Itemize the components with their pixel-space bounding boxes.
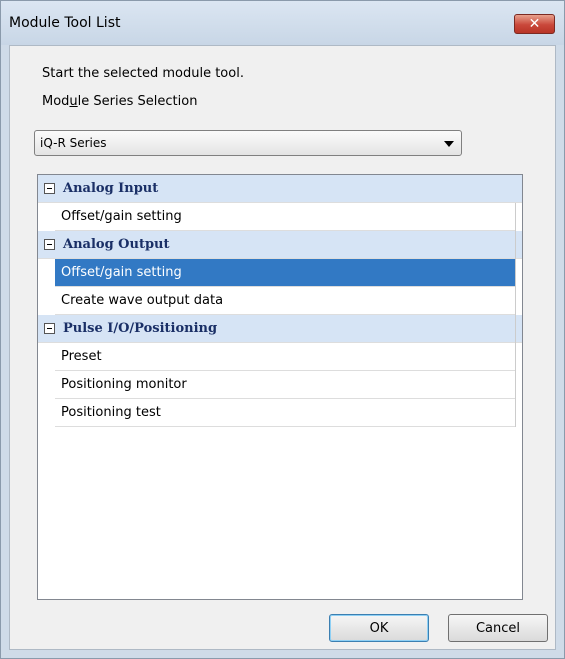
- chevron-down-icon[interactable]: [444, 141, 454, 147]
- collapse-icon[interactable]: [44, 239, 55, 250]
- tool-item-offset-gain-setting[interactable]: Offset/gain setting: [55, 203, 515, 231]
- module-tool-list-dialog: Module Tool List ✕ Start the selected mo…: [0, 0, 565, 659]
- category-row-analog-output[interactable]: Analog Output: [38, 231, 522, 259]
- tool-item-positioning-monitor[interactable]: Positioning monitor: [55, 371, 515, 399]
- tool-item-create-wave-output-data[interactable]: Create wave output data: [55, 287, 515, 315]
- category-label: Pulse I/O/Positioning: [63, 321, 218, 336]
- series-label-part: Mod: [42, 94, 70, 109]
- title-bar[interactable]: Module Tool List ✕: [1, 1, 564, 45]
- series-label-accelerator: u: [69, 94, 78, 109]
- tool-item-label: Offset/gain setting: [61, 265, 182, 280]
- tool-item-label: Offset/gain setting: [61, 209, 182, 224]
- series-label-part: le Series Selection: [77, 94, 198, 109]
- category-label: Analog Input: [63, 181, 159, 196]
- category-row-analog-input[interactable]: Analog Input: [38, 175, 522, 203]
- module-tool-tree[interactable]: Analog Input Offset/gain setting Analog …: [37, 174, 523, 600]
- tool-item-label: Preset: [61, 349, 102, 364]
- series-select[interactable]: iQ-R Series: [34, 130, 462, 156]
- cancel-button[interactable]: Cancel: [448, 614, 548, 642]
- series-selection-label: Module Series Selection: [42, 94, 197, 109]
- tool-item-preset[interactable]: Preset: [55, 343, 515, 371]
- window-title: Module Tool List: [9, 15, 121, 31]
- close-icon: ✕: [528, 16, 541, 32]
- close-button[interactable]: ✕: [514, 14, 555, 34]
- instruction-text: Start the selected module tool.: [42, 66, 244, 81]
- tool-item-label: Positioning test: [61, 405, 161, 420]
- collapse-icon[interactable]: [44, 323, 55, 334]
- ok-button[interactable]: OK: [329, 614, 429, 642]
- category-row-pulse-io-positioning[interactable]: Pulse I/O/Positioning: [38, 315, 522, 343]
- category-label: Analog Output: [63, 237, 170, 252]
- column-divider: [515, 203, 516, 427]
- tool-item-label: Positioning monitor: [61, 377, 187, 392]
- collapse-icon[interactable]: [44, 183, 55, 194]
- tool-item-positioning-test[interactable]: Positioning test: [55, 399, 515, 427]
- tool-item-offset-gain-setting-selected[interactable]: Offset/gain setting: [55, 259, 515, 287]
- series-select-value: iQ-R Series: [40, 136, 107, 150]
- tool-item-label: Create wave output data: [61, 293, 224, 308]
- dialog-body: Start the selected module tool. Module S…: [9, 45, 556, 650]
